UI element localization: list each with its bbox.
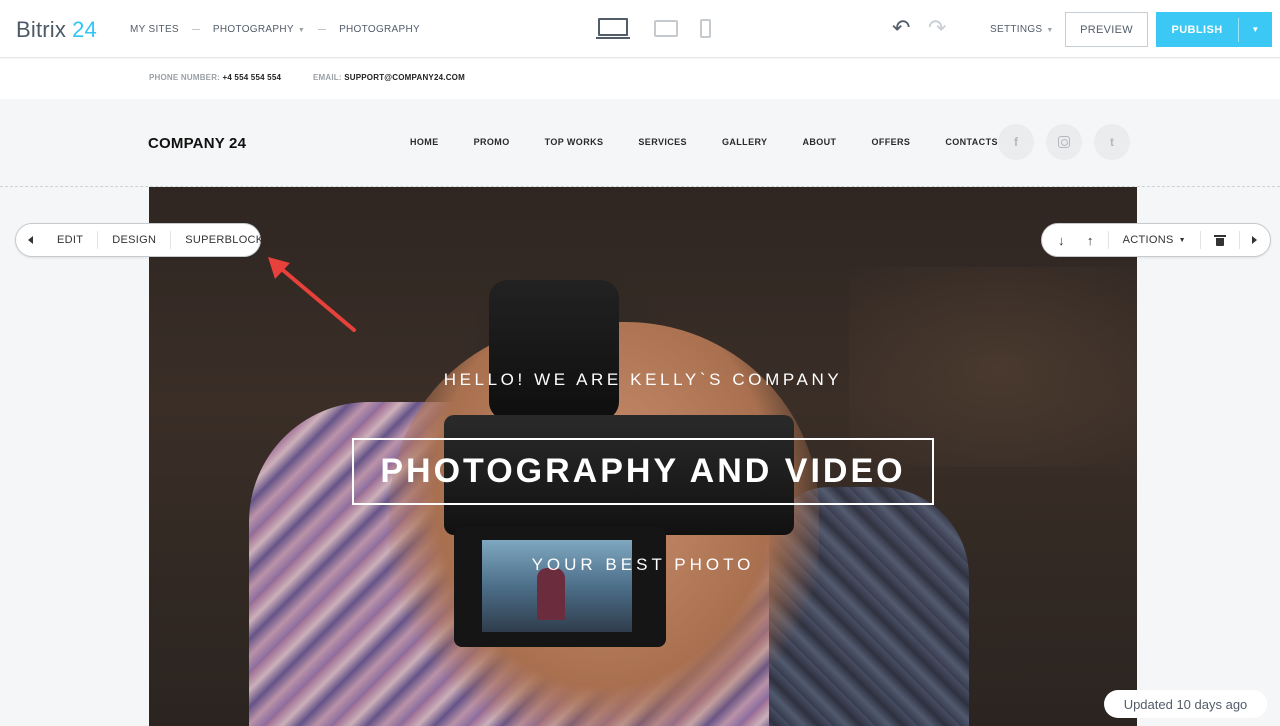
- social-links: f t: [998, 124, 1142, 160]
- desktop-icon[interactable]: [596, 18, 630, 40]
- trash-icon: [1213, 234, 1226, 246]
- actions-menu[interactable]: ACTIONS ▼: [1107, 231, 1200, 249]
- email-contact: EMAIL: SUPPORT@COMPANY24.COM: [313, 73, 465, 82]
- last-updated-badge: Updated 10 days ago: [1104, 690, 1267, 718]
- superblock-button[interactable]: SUPERBLOCK: [170, 231, 277, 249]
- phone-label: PHONE NUMBER:: [149, 73, 221, 82]
- breadcrumb-site[interactable]: PHOTOGRAPHY ▼: [213, 24, 305, 35]
- breadcrumb-page[interactable]: PHOTOGRAPHY: [339, 24, 420, 35]
- move-down-button[interactable]: ↓: [1042, 231, 1075, 249]
- block-actions-toolbar: ↓ ↑ ACTIONS ▼: [1041, 223, 1271, 257]
- expand-toolbar-button[interactable]: [1238, 231, 1269, 249]
- nav-about[interactable]: ABOUT: [802, 137, 836, 147]
- phone-contact: PHONE NUMBER: +4 554 554 554: [149, 73, 281, 82]
- publish-button[interactable]: PUBLISH ▼: [1156, 12, 1272, 47]
- arrow-down-icon: ↓: [1058, 232, 1065, 248]
- arrow-up-icon: ↑: [1086, 232, 1094, 248]
- chevron-down-icon: ▼: [1178, 236, 1186, 244]
- undo-icon[interactable]: ↶: [892, 15, 910, 41]
- breadcrumb-separator: [318, 29, 327, 30]
- nav-promo[interactable]: PROMO: [474, 137, 510, 147]
- facebook-icon[interactable]: f: [998, 124, 1034, 160]
- app-logo[interactable]: Bitrix 24: [16, 17, 97, 43]
- breadcrumb-my-sites[interactable]: MY SITES: [130, 24, 179, 35]
- device-switcher: [596, 18, 711, 40]
- edit-button[interactable]: EDIT: [43, 231, 97, 249]
- tablet-icon[interactable]: [654, 20, 678, 37]
- logo-name: Bitrix: [16, 17, 67, 42]
- twitter-icon[interactable]: t: [1094, 124, 1130, 160]
- actions-label: ACTIONS: [1122, 234, 1174, 246]
- hero-title: PHOTOGRAPHY AND VIDEO: [352, 438, 934, 505]
- move-up-button[interactable]: ↑: [1075, 231, 1108, 249]
- settings-menu[interactable]: SETTINGS ▼: [990, 24, 1054, 35]
- email-label: EMAIL:: [313, 73, 342, 82]
- caret-right-icon: [1251, 236, 1257, 244]
- settings-label: SETTINGS: [990, 24, 1043, 35]
- nav-offers[interactable]: OFFERS: [871, 137, 910, 147]
- chevron-down-icon: ▼: [1046, 27, 1054, 34]
- annotation-arrow-icon: [268, 257, 356, 332]
- breadcrumb-separator: [191, 29, 200, 30]
- logo-number: 24: [72, 17, 97, 42]
- phone-value: +4 554 554 554: [222, 73, 282, 82]
- nav-gallery[interactable]: GALLERY: [722, 137, 767, 147]
- delete-block-button[interactable]: [1199, 231, 1239, 249]
- breadcrumb-site-label: PHOTOGRAPHY: [212, 24, 294, 35]
- company-logo-text[interactable]: COMPANY 24: [148, 135, 246, 152]
- design-button[interactable]: DESIGN: [97, 231, 170, 249]
- nav-top-works[interactable]: TOP WORKS: [545, 137, 604, 147]
- mobile-icon[interactable]: [700, 19, 711, 38]
- email-value: SUPPORT@COMPANY24.COM: [344, 73, 465, 82]
- nav-home[interactable]: HOME: [410, 137, 439, 147]
- nav-contacts[interactable]: CONTACTS: [945, 137, 998, 147]
- publish-label: PUBLISH: [1171, 23, 1223, 36]
- nav-services[interactable]: SERVICES: [638, 137, 687, 147]
- redo-icon[interactable]: ↷: [928, 15, 946, 41]
- twitter-glyph: t: [1110, 135, 1114, 149]
- collapse-toolbar-button[interactable]: [16, 231, 43, 249]
- chevron-down-icon[interactable]: ▼: [1239, 25, 1272, 34]
- breadcrumb: MY SITES PHOTOGRAPHY ▼ PHOTOGRAPHY: [130, 24, 420, 35]
- instagram-icon[interactable]: [1046, 124, 1082, 160]
- caret-left-icon: [28, 236, 33, 244]
- site-nav: HOME PROMO TOP WORKS SERVICES GALLERY AB…: [410, 137, 1033, 147]
- block-edit-toolbar: EDIT DESIGN SUPERBLOCK: [15, 223, 263, 257]
- preview-button[interactable]: PREVIEW: [1065, 12, 1148, 47]
- chevron-down-icon: ▼: [297, 27, 306, 34]
- hero-subtitle-bottom: YOUR BEST PHOTO: [531, 555, 755, 574]
- hero-subtitle-top: HELLO! WE ARE KELLY`S COMPANY: [443, 370, 843, 389]
